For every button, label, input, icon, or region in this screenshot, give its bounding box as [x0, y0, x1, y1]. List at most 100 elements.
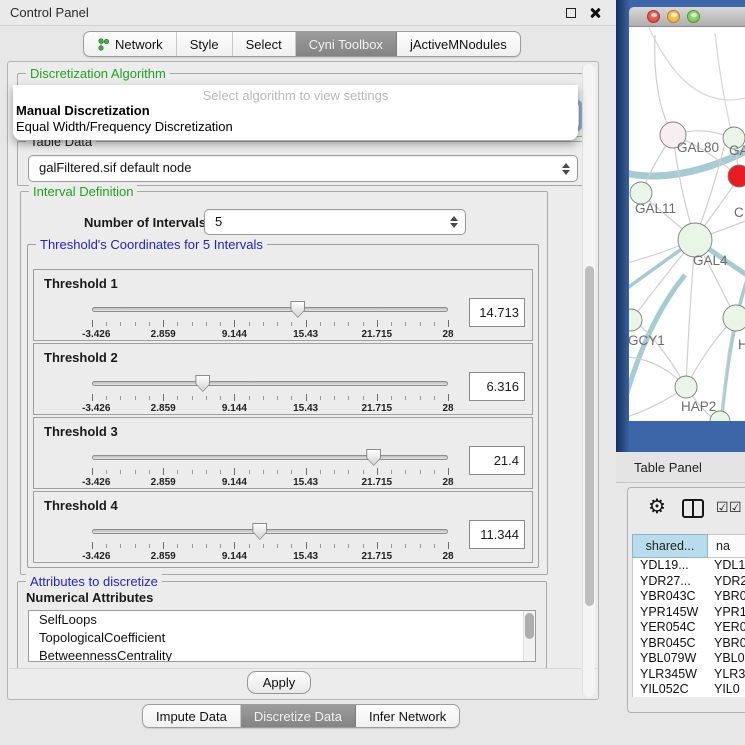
node-label: GA [729, 143, 745, 158]
network-node-gal4[interactable] [678, 223, 712, 257]
table-row[interactable]: YDR27... YDR2 [633, 574, 745, 590]
node-label: C [734, 205, 744, 220]
slider-scale-labels: -3.4262.8599.14415.4321.71528 [92, 403, 448, 415]
table-row[interactable]: YBR043C YBR0 [633, 589, 745, 605]
checkbox-icon[interactable]: ☑ [729, 499, 742, 516]
table-row[interactable]: YLR345W YLR3 [633, 667, 745, 683]
tab-discretize-data[interactable]: Discretize Data [241, 705, 356, 727]
slider-ticks [92, 320, 448, 328]
numerical-attributes-list[interactable]: SelfLoopsTopologicalCoefficientBetweenne… [28, 610, 536, 662]
attribute-item[interactable]: BetweennessCentrality [29, 647, 535, 662]
combo-spinner-icon [562, 163, 570, 175]
panel-vertical-scrollbar[interactable] [582, 64, 595, 697]
table-row[interactable]: YDL19... YDL1 [633, 558, 745, 574]
panel-scrollbar-thumb[interactable] [585, 266, 594, 606]
slider-ticks [92, 542, 448, 550]
network-node-h[interactable] [723, 305, 745, 331]
apply-button[interactable]: Apply [247, 671, 311, 694]
slider-thumb[interactable] [366, 449, 381, 466]
thresholds-group: Threshold's Coordinates for 5 Intervals … [27, 244, 539, 568]
checkbox-icon[interactable]: ☑ [716, 499, 729, 516]
threshold-slider[interactable]: -3.4262.8599.14415.4321.71528 [92, 448, 448, 488]
table-panel-window: ⚙ ☑ ☑ shared... na YDL19... YDL1 YDR27..… [627, 487, 745, 713]
slider-thumb[interactable] [290, 301, 305, 318]
attribute-items: SelfLoopsTopologicalCoefficientBetweenne… [29, 611, 535, 662]
column-header-shared-name[interactable]: shared... [632, 534, 708, 558]
table-row[interactable]: YER054C YER0 [633, 620, 745, 636]
network-window-titlebar[interactable] [629, 7, 745, 27]
cyni-mode-tabs: Impute DataDiscretize DataInfer Network [142, 704, 460, 728]
threshold-value-field[interactable]: 11.344 [469, 520, 525, 549]
slider-track[interactable] [92, 529, 448, 534]
algorithm-dropdown-popup: Select algorithm to view settings Manual… [13, 85, 578, 140]
slider-ticks [92, 394, 448, 402]
tab-impute-data[interactable]: Impute Data [143, 705, 241, 727]
table-row[interactable]: YPR145W YPR1 [633, 605, 745, 621]
threshold-value-field[interactable]: 21.4 [469, 446, 525, 475]
number-of-intervals-combo[interactable]: 5 [204, 209, 466, 235]
network-node-gcy1[interactable] [629, 309, 642, 331]
slider-scale-labels: -3.4262.8599.14415.4321.71528 [92, 329, 448, 341]
tab-style[interactable]: Style [177, 32, 233, 56]
split-columns-icon[interactable] [682, 499, 704, 518]
close-window-icon[interactable] [589, 7, 600, 18]
float-window-icon[interactable] [566, 8, 576, 18]
slider-scale-labels: -3.4262.8599.14415.4321.71528 [92, 551, 448, 563]
node-label: GAL80 [677, 140, 719, 155]
threshold-label: Threshold 4 [44, 498, 118, 513]
attributes-list-scrollbar[interactable] [523, 611, 535, 661]
table-row[interactable]: YBR045C YBR0 [633, 636, 745, 652]
threshold-value-field[interactable]: 6.316 [469, 372, 525, 401]
node-table: shared... na YDL19... YDL1 YDR27... YDR2… [632, 534, 745, 712]
number-of-intervals-value: 5 [215, 214, 222, 229]
table-row[interactable]: YBL079W YBL0 [633, 651, 745, 667]
algorithm-popup-options: Manual DiscretizationEqual Width/Frequen… [13, 103, 578, 135]
node-label: GAL4 [693, 253, 728, 268]
table-panel-header: Table Panel [616, 452, 745, 483]
threshold-box: Threshold 4 -3.4262.8599.14415.4321.7152… [33, 491, 533, 563]
algorithm-option[interactable]: Equal Width/Frequency Discretization [13, 119, 578, 135]
table-row[interactable]: YIL052C YIL0 [633, 682, 745, 697]
slider-track[interactable] [92, 307, 448, 312]
attribute-item[interactable]: SelfLoops [29, 611, 535, 629]
slider-thumb[interactable] [252, 523, 267, 540]
slider-scale-labels: -3.4262.8599.14415.4321.71528 [92, 477, 448, 489]
threshold-label: Threshold 3 [44, 424, 118, 439]
table-data-group: Table Data galFiltered.sif default node [17, 141, 589, 186]
slider-track[interactable] [92, 381, 448, 386]
threshold-box: Threshold 1 -3.4262.8599.14415.4321.7152… [33, 269, 533, 341]
algorithm-option[interactable]: Manual Discretization [13, 103, 578, 119]
gear-icon[interactable]: ⚙ [648, 497, 666, 517]
tab-network[interactable]: Network [84, 32, 177, 56]
threshold-box: Threshold 3 -3.4262.8599.14415.4321.7152… [33, 417, 533, 489]
attributes-scrollbar-thumb[interactable] [525, 613, 534, 639]
close-traffic-icon[interactable] [647, 10, 660, 23]
table-data-value: galFiltered.sif default node [39, 160, 191, 175]
zoom-traffic-icon[interactable] [687, 10, 700, 23]
network-view-frame: GAL80GACGAL11GAL4GCY1HHAP2 [616, 0, 745, 452]
slider-track[interactable] [92, 455, 448, 460]
network-edge[interactable] [715, 33, 733, 139]
threshold-box: Threshold 2 -3.4262.8599.14415.4321.7152… [33, 343, 533, 415]
node-label: GCY1 [629, 333, 665, 348]
network-edge[interactable] [655, 35, 673, 135]
discretization-algorithm-title: Discretization Algorithm [26, 66, 170, 81]
threshold-slider[interactable]: -3.4262.8599.14415.4321.71528 [92, 522, 448, 562]
column-header-name[interactable]: na [708, 534, 745, 558]
minimize-traffic-icon[interactable] [667, 10, 680, 23]
network-edge[interactable] [647, 27, 745, 100]
table-data-combo[interactable]: galFiltered.sif default node [28, 155, 578, 182]
threshold-value-field[interactable]: 14.713 [469, 298, 525, 327]
tab-infer-network[interactable]: Infer Network [356, 705, 459, 727]
network-canvas[interactable]: GAL80GACGAL11GAL4GCY1HHAP2 [629, 27, 745, 421]
threshold-slider[interactable]: -3.4262.8599.14415.4321.71528 [92, 300, 448, 340]
slider-thumb[interactable] [195, 375, 210, 392]
threshold-slider[interactable]: -3.4262.8599.14415.4321.71528 [92, 374, 448, 414]
tab-jactivemnodules[interactable]: jActiveMNodules [397, 32, 520, 56]
network-node-hap2[interactable] [675, 376, 697, 398]
number-of-intervals-label: Number of Intervals [84, 215, 206, 230]
tab-select[interactable]: Select [233, 32, 296, 56]
network-node-c[interactable] [728, 165, 745, 187]
attribute-item[interactable]: TopologicalCoefficient [29, 629, 535, 647]
tab-cyni-toolbox[interactable]: Cyni Toolbox [296, 32, 397, 56]
